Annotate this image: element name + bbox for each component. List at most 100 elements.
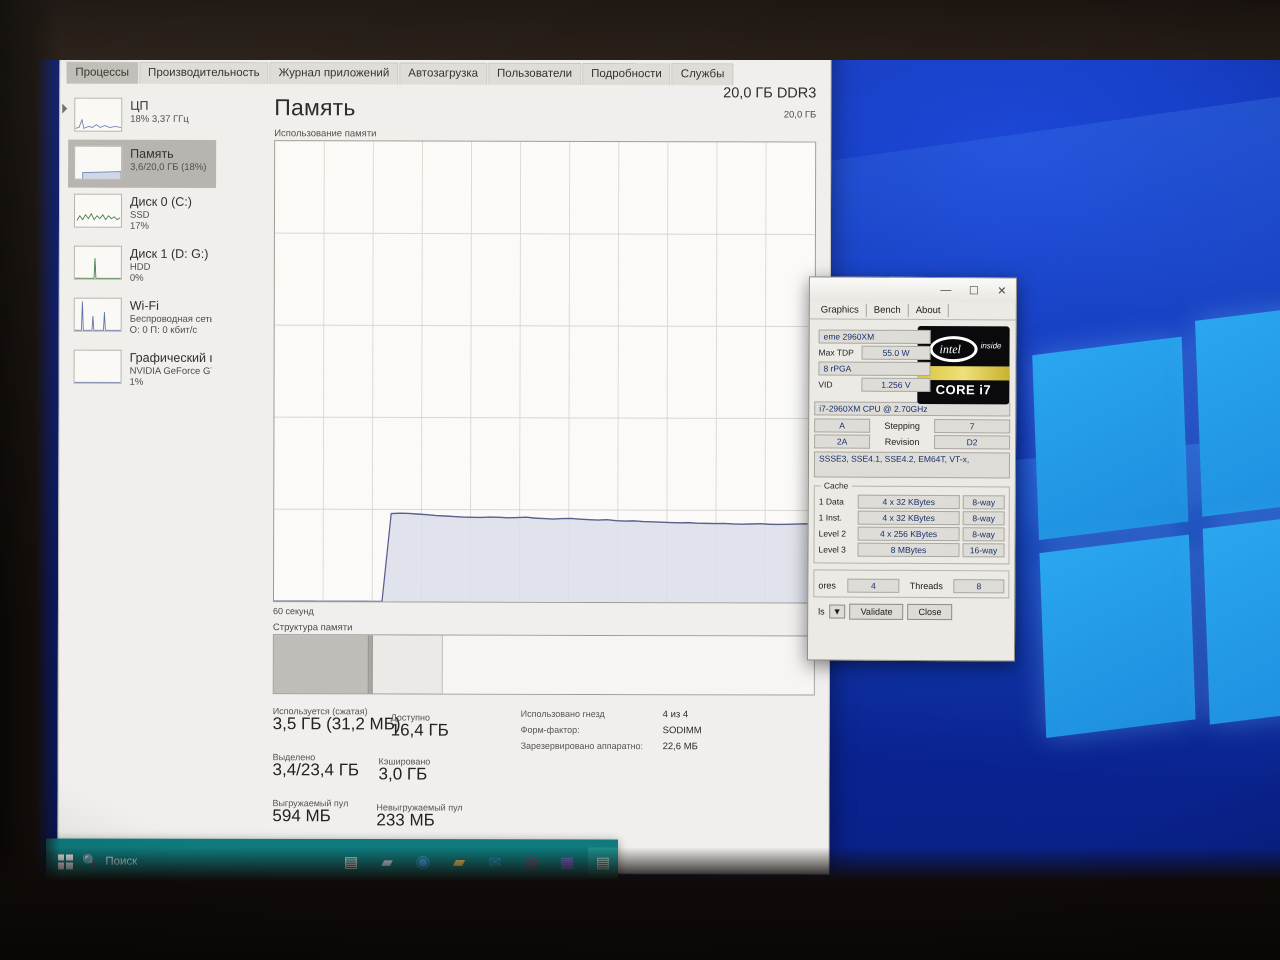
memory-usage-chart (272, 140, 817, 604)
cpuz-cache-legend: Cache (820, 480, 852, 491)
taskmanager-icon[interactable]: ▤ (587, 847, 619, 878)
cpuz-tdp-value: 55.0 W (861, 345, 931, 361)
cpuz-l1data-way: 8-way (962, 495, 1005, 510)
cpu-text: ЦП 18% 3,37 ГГц (130, 98, 189, 125)
cpuz-tab-graphics[interactable]: Graphics (813, 303, 867, 317)
cpuz-button-bar[interactable]: ls ▼ Validate Close (813, 601, 1009, 625)
cpuz-tab-bench[interactable]: Bench (866, 303, 909, 317)
start-button[interactable] (50, 838, 80, 884)
sidebar-item-disk1[interactable]: Диск 1 (D: G:) HDD 0% (68, 240, 216, 293)
cpuz-row-name: eme 2960XM (818, 329, 931, 345)
sidebar-item-disk0[interactable]: Диск 0 (C:) SSD 17% (68, 188, 216, 241)
cpuz-l1inst-label: 1 Inst. (818, 512, 842, 523)
slots-value: 4 из 4 (662, 709, 689, 721)
wifi-sub1: Беспроводная сеть (129, 313, 212, 326)
tab-services[interactable]: Службы (671, 63, 734, 86)
reserved-value: 22,6 МБ (662, 741, 698, 753)
disk1-title: Диск 1 (D: G:) (129, 246, 209, 262)
task-manager-window[interactable]: — ☐ ✕ Диспетчер задач Файл Параметры Вид… (57, 0, 832, 875)
cpuz-close-action-button[interactable]: Close (907, 603, 953, 621)
tab-bar[interactable]: Процессы Производительность Журнал прило… (66, 61, 734, 86)
task-view-icon[interactable]: ▤ (336, 847, 366, 877)
monitor-bezel-top (0, 0, 1280, 60)
tab-startup[interactable]: Автозагрузка (399, 62, 488, 85)
cpuz-validate-button[interactable]: Validate (849, 603, 904, 620)
paged-pool-value: 594 МБ (272, 806, 331, 826)
cpuz-l2-label: Level 2 (818, 528, 847, 539)
memory-thumbnail-graph (74, 145, 123, 180)
gpu-sub1: NVIDIA GeForce GTX 77 (129, 365, 212, 378)
cpuz-l3-way: 16-way (962, 543, 1005, 558)
cpuz-cores-value: 4 (847, 578, 900, 593)
opera-icon[interactable]: ◎ (516, 847, 546, 877)
cpuz-threads-value: 8 (953, 579, 1005, 594)
windows-taskbar[interactable]: 🔍 Поиск ▤ ▰ ◉ ▰ ✉ ◎ ▦ ▤ (45, 838, 619, 886)
cpuz-processor-group: eme 2960XM Max TDP 55.0 W 8 rPGA VID 1.2… (814, 323, 1010, 398)
tab-processes[interactable]: Процессы (66, 61, 139, 84)
disk0-sub1: SSD (129, 209, 150, 221)
tab-performance[interactable]: Производительность (139, 61, 269, 85)
cpuz-name-value: eme 2960XM (818, 329, 931, 345)
disk1-sub1: HDD (129, 261, 151, 273)
tab-users[interactable]: Пользователи (488, 62, 582, 85)
nonpaged-pool-value: 233 МБ (376, 810, 435, 830)
gpu-title: Графический про (129, 351, 212, 366)
cpu-thumbnail-graph (74, 97, 123, 132)
memory-composition-bar (272, 634, 815, 696)
taskbar-pinned-icons[interactable]: ▤ ▰ ◉ ▰ ✉ ◎ ▦ ▤ (336, 847, 619, 878)
desk-foreground (0, 908, 1280, 960)
committed-value: 3,4/23,4 ГБ (272, 760, 360, 780)
resource-sidebar[interactable]: ЦП 18% 3,37 ГГц Память 3,6/20,0 ГБ (18%)… (62, 92, 217, 832)
cpuz-cache-row-l2: Level 2 4 x 256 KBytes 8-way (818, 526, 1005, 542)
edge-icon[interactable]: ◉ (408, 847, 438, 877)
cpuz-vid-value: 1.256 V (861, 377, 931, 393)
sidebar-item-memory[interactable]: Память 3,6/20,0 ГБ (18%) (68, 139, 217, 188)
cpuz-cache-group: Cache 1 Data 4 x 32 KBytes 8-way 1 Inst.… (813, 480, 1010, 565)
cpuz-instructions-value: SSSE3, SSE4.1, SSE4.2, EM64T, VT-x, (813, 451, 1011, 479)
mail-icon[interactable]: ✉ (480, 847, 510, 877)
tab-details[interactable]: Подробности (582, 62, 671, 86)
chevron-down-icon: ▼ (832, 606, 842, 617)
cpuz-model-value: 2A (814, 434, 871, 449)
cpuz-content: intel inside CORE i7 eme 2960XM Max TDP … (808, 319, 1016, 629)
selection-marker-icon (62, 103, 68, 114)
sidebar-item-cpu[interactable]: ЦП 18% 3,37 ГГц (62, 92, 216, 140)
slots-label: Использовано гнезд (520, 708, 605, 720)
cpu-title: ЦП (130, 98, 149, 113)
logo-pane-bottom-left (1039, 534, 1196, 738)
sidebar-item-gpu[interactable]: Графический про NVIDIA GeForce GTX 77 1% (68, 344, 216, 397)
store-icon[interactable]: ▦ (552, 847, 582, 877)
cpuz-window[interactable]: — ☐ ✕ Graphics Bench About intel inside … (806, 276, 1017, 662)
cpuz-tools-dropdown[interactable]: ▼ (828, 604, 846, 619)
cpuz-l1inst-way: 8-way (962, 511, 1005, 526)
file-explorer-icon[interactable]: ▰ (444, 847, 474, 877)
taskbar-search-box[interactable]: 🔍 Поиск (82, 839, 238, 885)
memory-detail-panel: Память 20,0 ГБ DDR3 Использование памяти… (220, 84, 822, 834)
cpuz-row-package: 8 rPGA (818, 361, 931, 377)
cpuz-stepping-label: Stepping (884, 420, 920, 431)
cpuz-titlebar[interactable]: — ☐ ✕ (809, 277, 1016, 303)
sidebar-item-wifi[interactable]: Wi-Fi Беспроводная сеть О: 0 П: 0 кбит/с (68, 292, 216, 345)
available-value: 16,4 ГБ (390, 720, 449, 740)
cpuz-minimize-button[interactable]: — (932, 284, 960, 296)
in-use-value: 3,5 ГБ (31,2 МБ) (272, 714, 401, 734)
logo-pane-bottom-right (1202, 507, 1280, 725)
stat-committed: Выделено 3,4/23,4 ГБ (273, 752, 360, 780)
disk0-sub2: 17% (129, 220, 149, 232)
cpuz-close-button[interactable]: ✕ (988, 284, 1016, 297)
cpuz-maximize-button[interactable]: ☐ (960, 284, 988, 297)
memory-usage-svg (273, 141, 815, 603)
cpuz-threads-label: Threads (909, 580, 943, 592)
cpuz-row-tdp: Max TDP 55.0 W (819, 345, 931, 361)
cpuz-l3-size: 8 MBytes (857, 542, 960, 558)
graph-duration-label: 60 секунд (272, 606, 314, 617)
cpuz-l1data-size: 4 x 32 KBytes (857, 494, 960, 510)
graph-title: Использование памяти (274, 128, 377, 140)
windows-logo-icon (57, 853, 73, 870)
cpuz-selection-group: ores 4 Threads 8 (813, 569, 1010, 599)
photos-icon[interactable]: ▰ (372, 847, 402, 877)
cpuz-tab-about[interactable]: About (908, 303, 949, 318)
cpuz-l2-size: 4 x 256 KBytes (857, 526, 960, 542)
cpuz-tab-bar[interactable]: Graphics Bench About (809, 301, 1016, 321)
tab-app-history[interactable]: Журнал приложений (269, 62, 399, 85)
